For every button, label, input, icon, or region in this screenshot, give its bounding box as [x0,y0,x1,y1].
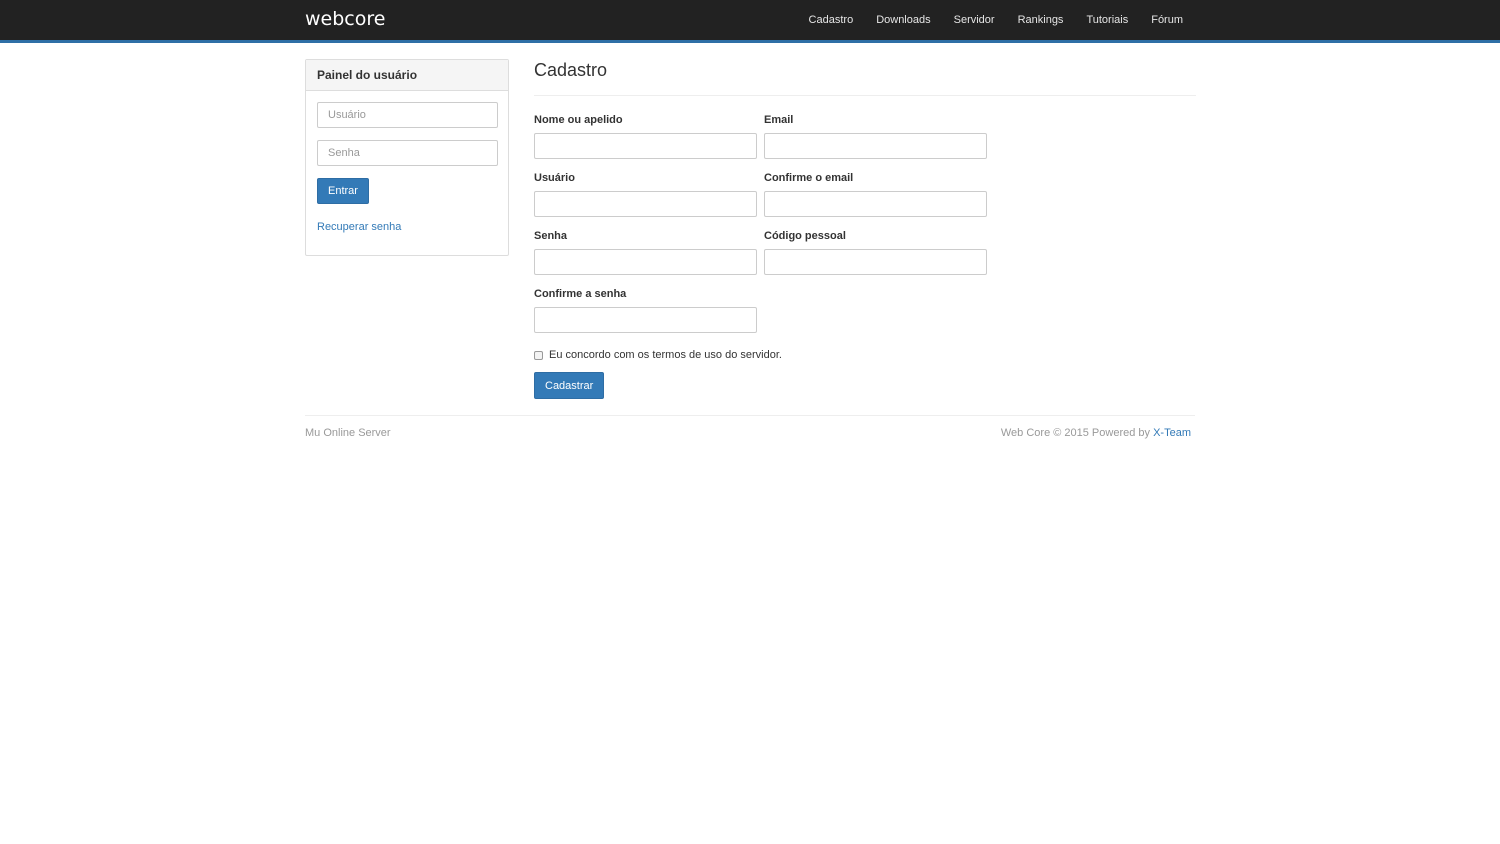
password-label: Senha [534,230,568,242]
login-username-input[interactable] [317,102,498,128]
footer-divider [305,415,1195,416]
personal-code-field-group: Código pessoal [764,230,987,275]
user-field-group: Usuário [534,172,757,217]
brand-logo[interactable]: webcore [305,8,385,30]
top-navbar: webcore Cadastro Downloads Servidor Rank… [0,0,1500,43]
nav-link-cadastro[interactable]: Cadastro [809,0,854,40]
user-input[interactable] [534,191,757,217]
user-panel-body: Entrar Recuperar senha [306,91,508,244]
register-button[interactable]: Cadastrar [534,372,605,399]
user-label: Usuário [534,172,575,184]
user-panel-title: Painel do usuário [306,60,508,91]
footer-team-link[interactable]: X-Team [1153,427,1191,439]
confirm-email-input[interactable] [764,191,987,217]
password-field-group: Senha [534,230,757,275]
navbar-inner: webcore Cadastro Downloads Servidor Rank… [305,0,1195,40]
terms-row: Eu concordo com os termos de uso do serv… [534,349,782,361]
email-label: Email [764,114,794,126]
terms-checkbox[interactable] [534,350,543,360]
login-button[interactable]: Entrar [317,178,369,204]
terms-label: Eu concordo com os termos de uso do serv… [549,349,782,361]
nav-link-rankings[interactable]: Rankings [1018,0,1064,40]
nav-links: Cadastro Downloads Servidor Rankings Tut… [786,0,1183,40]
password-input[interactable] [534,249,757,275]
personal-code-label: Código pessoal [764,230,846,242]
nav-link-forum[interactable]: Fórum [1151,0,1183,40]
footer-left-text: Mu Online Server [305,427,391,439]
name-label: Nome ou apelido [534,114,623,126]
login-password-input[interactable] [317,140,498,166]
recover-password-link[interactable]: Recuperar senha [317,221,401,233]
confirm-password-field-group: Confirme a senha [534,288,757,333]
personal-code-input[interactable] [764,249,987,275]
nav-link-tutoriais[interactable]: Tutoriais [1086,0,1128,40]
footer-right-text: Web Core © 2015 Powered by X-Team [1001,427,1191,439]
confirm-email-field-group: Confirme o email [764,172,987,217]
confirm-password-label: Confirme a senha [534,288,627,300]
nav-link-downloads[interactable]: Downloads [876,0,930,40]
email-field-group: Email [764,114,987,159]
nav-link-servidor[interactable]: Servidor [954,0,995,40]
name-field-group: Nome ou apelido [534,114,757,159]
name-input[interactable] [534,133,757,159]
confirm-password-input[interactable] [534,307,757,333]
email-input[interactable] [764,133,987,159]
footer-credit: Web Core © 2015 Powered by [1000,427,1151,439]
page-title: Cadastro [534,60,608,80]
confirm-email-label: Confirme o email [764,172,854,184]
title-divider [534,95,1196,96]
user-panel: Painel do usuário Entrar Recuperar senha [305,59,509,256]
